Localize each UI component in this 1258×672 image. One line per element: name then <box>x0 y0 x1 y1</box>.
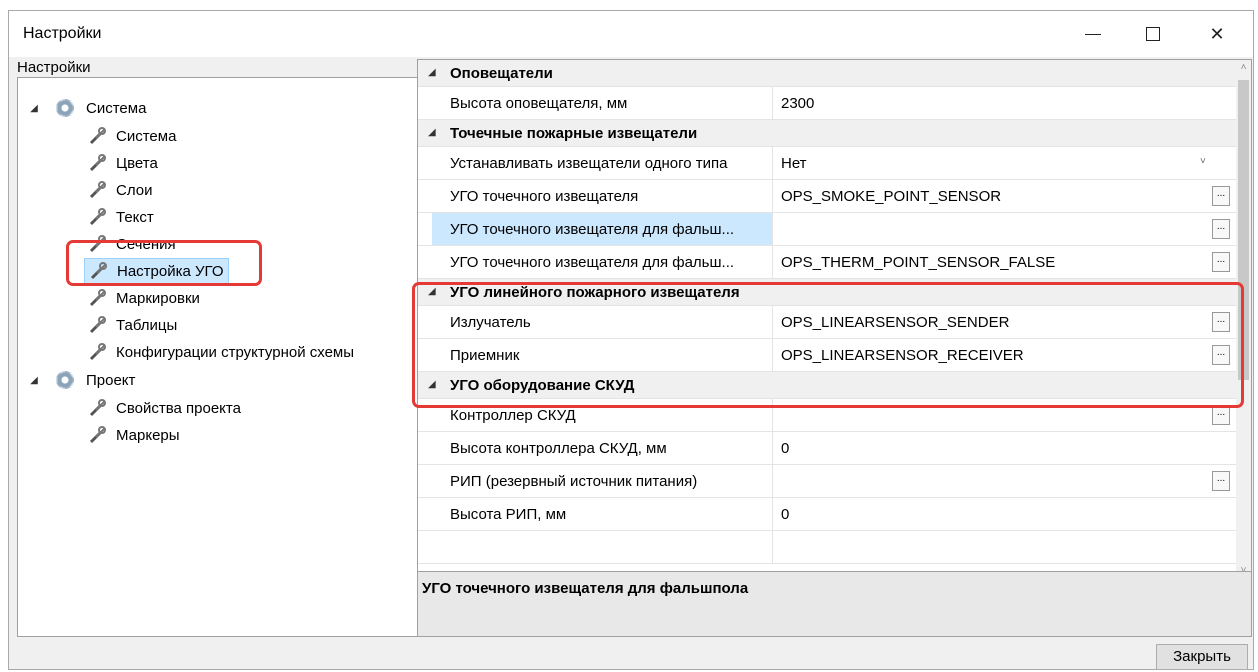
tools-icon <box>89 426 106 444</box>
tree-item-label: Таблицы <box>116 316 178 334</box>
gear-icon <box>56 371 74 389</box>
tree-item-tables[interactable]: Таблицы <box>88 313 177 337</box>
property-name: УГО точечного извещателя для фальш... <box>450 254 735 271</box>
close-icon: ✕ <box>1209 23 1225 44</box>
browse-button[interactable]: ... <box>1212 252 1230 272</box>
minimize-button[interactable] <box>1063 11 1123 57</box>
property-value[interactable]: 0 <box>781 440 789 457</box>
tree-item-colors[interactable]: Цвета <box>88 151 158 175</box>
tree-item-label: Текст <box>116 208 154 226</box>
property-name: Высота контроллера СКУД, мм <box>450 440 667 457</box>
property-name: РИП (резервный источник питания) <box>450 473 698 490</box>
tree-node-label: Проект <box>86 371 136 389</box>
property-row[interactable]: Устанавливать извещатели одного типа Нет ˅ <box>418 147 1238 180</box>
tree-node-label: Система <box>86 99 147 117</box>
category-label: Точечные пожарные извещатели <box>450 125 698 142</box>
browse-button[interactable]: ... <box>1212 405 1230 425</box>
browse-button[interactable]: ... <box>1212 219 1230 239</box>
property-value[interactable]: OPS_THERM_POINT_SENSOR_FALSE <box>781 254 1055 271</box>
tree-item-label: Маркеры <box>116 426 180 444</box>
tools-icon <box>89 181 106 199</box>
tools-icon <box>89 289 106 307</box>
expand-arrow-icon[interactable]: ◢ <box>26 375 42 386</box>
property-row[interactable]: УГО точечного извещателя OPS_SMOKE_POINT_… <box>418 180 1238 213</box>
property-name: Высота РИП, мм <box>450 506 567 523</box>
highlight-tree-selection <box>66 240 262 286</box>
tree-group-label: Настройки <box>17 59 91 76</box>
chevron-down-icon[interactable]: ˅ <box>1200 156 1206 167</box>
close-button[interactable]: Закрыть <box>1156 644 1248 670</box>
collapse-arrow-icon[interactable]: ◢ <box>428 127 436 138</box>
property-value[interactable]: 0 <box>781 506 789 523</box>
category-point-sensors[interactable]: ◢ Точечные пожарные извещатели <box>418 120 1238 147</box>
description-title: УГО точечного извещателя для фальшпола <box>422 580 749 597</box>
tools-icon <box>89 399 106 417</box>
category-notifiers[interactable]: ◢ Оповещатели <box>418 60 1238 87</box>
tree-item-markers[interactable]: Маркеры <box>88 423 180 447</box>
property-row[interactable]: УГО точечного извещателя для фальш... OPS… <box>418 246 1238 279</box>
property-name: Контроллер СКУД <box>450 407 576 424</box>
tree-item-label: Система <box>116 127 177 145</box>
tree-item-label: Конфигурации структурной схемы <box>116 343 355 361</box>
tools-icon <box>89 127 106 145</box>
gear-icon <box>56 99 74 117</box>
tree-item-markings[interactable]: Маркировки <box>88 286 200 310</box>
tree-item-label: Маркировки <box>116 289 200 307</box>
property-name: УГО точечного извещателя <box>450 188 639 205</box>
tools-icon <box>89 316 106 334</box>
property-value[interactable]: OPS_SMOKE_POINT_SENSOR <box>781 188 1001 205</box>
settings-tree[interactable]: ◢ Система Система Цвета Слои Текст Сечен… <box>17 77 419 637</box>
title-bar: Настройки ✕ <box>9 11 1253 57</box>
property-row-partial[interactable] <box>418 531 1238 564</box>
window-title: Настройки <box>23 25 102 42</box>
property-name: Устанавливать извещатели одного типа <box>450 155 728 172</box>
tree-item-label: Слои <box>116 181 153 199</box>
property-row[interactable]: Высота оповещателя, мм 2300 <box>418 87 1238 120</box>
browse-button[interactable]: ... <box>1212 471 1230 491</box>
tree-item-text[interactable]: Текст <box>88 205 154 229</box>
browse-button[interactable]: ... <box>1212 186 1230 206</box>
expand-arrow-icon[interactable]: ◢ <box>26 103 42 114</box>
category-label: Оповещатели <box>450 65 553 82</box>
property-row[interactable]: РИП (резервный источник питания)... <box>418 465 1238 498</box>
property-row[interactable]: Высота контроллера СКУД, мм 0 <box>418 432 1238 465</box>
minimize-icon <box>1085 33 1101 35</box>
tree-item-label: Цвета <box>116 154 158 172</box>
tools-icon <box>89 154 106 172</box>
tree-node-system[interactable]: ◢ Система <box>26 96 146 120</box>
tree-node-project[interactable]: ◢ Проект <box>26 368 135 392</box>
highlight-linear-sensor-group <box>412 282 1244 408</box>
tree-item-label: Свойства проекта <box>116 399 241 417</box>
tree-item-project-properties[interactable]: Свойства проекта <box>88 396 241 420</box>
property-name: УГО точечного извещателя для фальш... <box>450 221 735 238</box>
scroll-up-icon[interactable]: ˄ <box>1236 62 1251 78</box>
tools-icon <box>89 343 106 361</box>
tree-item-layers[interactable]: Слои <box>88 178 152 202</box>
description-panel: УГО точечного извещателя для фальшпола <box>417 571 1252 637</box>
property-row[interactable]: Высота РИП, мм 0 <box>418 498 1238 531</box>
maximize-button[interactable] <box>1123 11 1183 57</box>
property-value-dropdown[interactable]: Нет <box>781 155 807 172</box>
collapse-arrow-icon[interactable]: ◢ <box>428 67 436 78</box>
tools-icon <box>89 208 106 226</box>
property-name: Высота оповещателя, мм <box>450 95 628 112</box>
tree-item-system[interactable]: Система <box>88 124 176 148</box>
property-value[interactable]: 2300 <box>781 95 814 112</box>
maximize-icon <box>1146 27 1160 41</box>
tree-item-structure-config[interactable]: Конфигурации структурной схемы <box>88 340 354 364</box>
property-row-selected[interactable]: УГО точечного извещателя для фальш...... <box>418 213 1238 246</box>
close-window-button[interactable]: ✕ <box>1187 11 1247 57</box>
